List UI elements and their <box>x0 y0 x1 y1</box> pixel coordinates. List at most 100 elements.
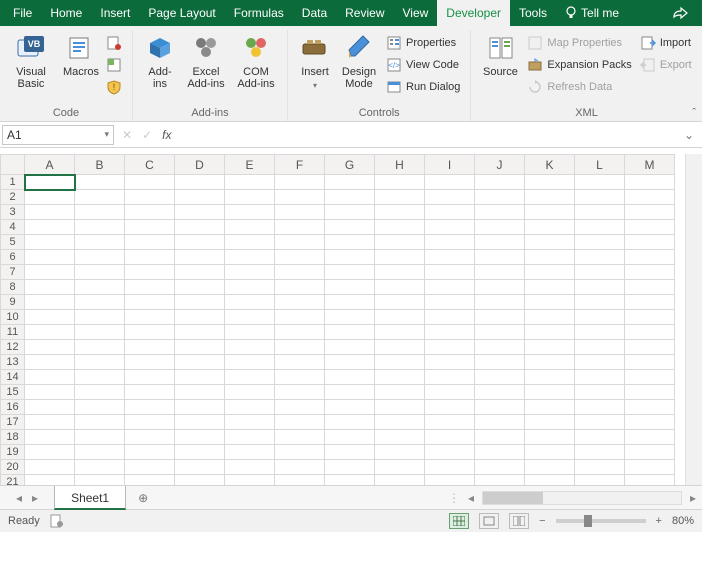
sheet-tab-active[interactable]: Sheet1 <box>54 486 126 510</box>
cell[interactable] <box>75 295 125 310</box>
zoom-slider[interactable] <box>556 519 646 523</box>
cell[interactable] <box>25 205 75 220</box>
cell[interactable] <box>225 400 275 415</box>
cell[interactable] <box>525 475 575 487</box>
cell[interactable] <box>25 475 75 487</box>
row-header[interactable]: 4 <box>1 220 25 235</box>
column-header[interactable]: K <box>525 155 575 175</box>
view-page-layout-button[interactable] <box>479 513 499 529</box>
cell[interactable] <box>25 265 75 280</box>
cell[interactable] <box>325 475 375 487</box>
record-macro-button[interactable] <box>102 32 126 54</box>
cell[interactable] <box>25 295 75 310</box>
cell[interactable] <box>175 310 225 325</box>
cell[interactable] <box>25 250 75 265</box>
row-header[interactable]: 16 <box>1 400 25 415</box>
cell[interactable] <box>475 475 525 487</box>
cell[interactable] <box>375 400 425 415</box>
cell[interactable] <box>575 280 625 295</box>
cell[interactable] <box>325 430 375 445</box>
cell[interactable] <box>75 445 125 460</box>
cell[interactable] <box>275 400 325 415</box>
row-header[interactable]: 9 <box>1 295 25 310</box>
cell[interactable] <box>575 250 625 265</box>
cell[interactable] <box>175 220 225 235</box>
cell[interactable] <box>425 250 475 265</box>
cell[interactable] <box>325 340 375 355</box>
cell[interactable] <box>375 295 425 310</box>
cell[interactable] <box>575 355 625 370</box>
cell[interactable] <box>225 475 275 487</box>
cell[interactable] <box>225 190 275 205</box>
cell[interactable] <box>225 325 275 340</box>
cell[interactable] <box>525 445 575 460</box>
cell[interactable] <box>475 265 525 280</box>
cell[interactable] <box>375 265 425 280</box>
cell[interactable] <box>125 415 175 430</box>
cell[interactable] <box>575 310 625 325</box>
cell[interactable] <box>75 340 125 355</box>
cell[interactable] <box>425 190 475 205</box>
cell[interactable] <box>225 280 275 295</box>
cell[interactable] <box>25 400 75 415</box>
cell[interactable] <box>525 265 575 280</box>
zoom-out-button[interactable]: − <box>539 515 545 527</box>
cell[interactable] <box>375 220 425 235</box>
cell[interactable] <box>575 385 625 400</box>
cell[interactable] <box>75 460 125 475</box>
cell[interactable] <box>475 250 525 265</box>
cell[interactable] <box>625 355 675 370</box>
cell[interactable] <box>625 325 675 340</box>
tab-tell-me[interactable]: Tell me <box>556 0 628 26</box>
cell[interactable] <box>575 325 625 340</box>
cell[interactable] <box>375 340 425 355</box>
share-icon[interactable] <box>662 6 698 20</box>
formula-input[interactable] <box>179 125 674 145</box>
cell[interactable] <box>225 355 275 370</box>
cell[interactable] <box>325 385 375 400</box>
cell[interactable] <box>625 370 675 385</box>
view-normal-button[interactable] <box>449 513 469 529</box>
cell[interactable] <box>275 445 325 460</box>
cell[interactable] <box>225 460 275 475</box>
cell[interactable] <box>125 370 175 385</box>
cell[interactable] <box>225 445 275 460</box>
cell[interactable] <box>625 250 675 265</box>
addins-button[interactable]: Add- ins <box>139 30 181 92</box>
cell[interactable] <box>75 370 125 385</box>
cell[interactable] <box>225 310 275 325</box>
column-header[interactable]: B <box>75 155 125 175</box>
column-header[interactable]: J <box>475 155 525 175</box>
cell[interactable] <box>525 415 575 430</box>
view-code-button[interactable]: </>View Code <box>382 54 464 76</box>
run-dialog-button[interactable]: Run Dialog <box>382 76 464 98</box>
zoom-in-button[interactable]: + <box>656 515 662 527</box>
row-header[interactable]: 17 <box>1 415 25 430</box>
cell[interactable] <box>325 310 375 325</box>
cell[interactable] <box>475 295 525 310</box>
cell[interactable] <box>525 355 575 370</box>
cell[interactable] <box>375 175 425 190</box>
cell[interactable] <box>425 430 475 445</box>
cell[interactable] <box>525 385 575 400</box>
cell[interactable] <box>625 265 675 280</box>
row-header[interactable]: 20 <box>1 460 25 475</box>
cell[interactable] <box>525 295 575 310</box>
cell[interactable] <box>625 295 675 310</box>
cell[interactable] <box>75 400 125 415</box>
cell[interactable] <box>325 220 375 235</box>
row-header[interactable]: 13 <box>1 355 25 370</box>
cell[interactable] <box>475 355 525 370</box>
cell[interactable] <box>125 295 175 310</box>
cell[interactable] <box>625 400 675 415</box>
cell[interactable] <box>175 445 225 460</box>
cell[interactable] <box>25 355 75 370</box>
cell[interactable] <box>475 280 525 295</box>
cell[interactable] <box>75 355 125 370</box>
cell[interactable] <box>125 325 175 340</box>
cell[interactable] <box>425 385 475 400</box>
cell[interactable] <box>175 190 225 205</box>
cell[interactable] <box>325 205 375 220</box>
cell[interactable] <box>625 475 675 487</box>
cell[interactable] <box>225 340 275 355</box>
